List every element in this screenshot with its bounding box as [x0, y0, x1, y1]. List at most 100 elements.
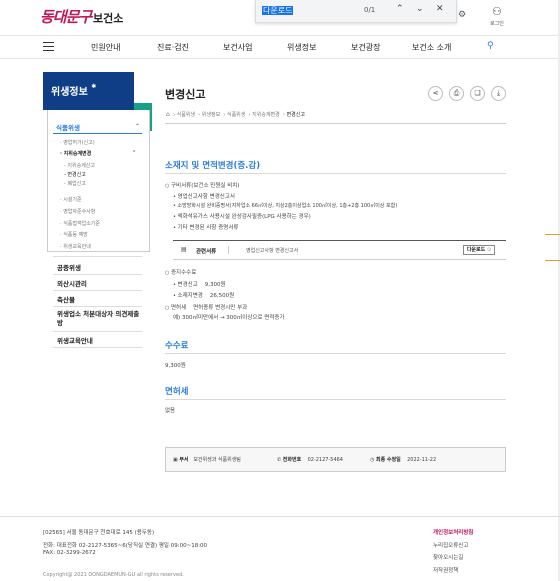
clock-icon: ◷: [370, 457, 375, 463]
section-title: 면허세: [165, 387, 189, 397]
section-title: 소재지 및 면적변경(증.감): [165, 161, 261, 171]
doc-item: • 소방방화시설 완비증명서(지하업소 66㎡이상, 지상2층이상업소 100㎡…: [173, 203, 398, 209]
sidebar-sub-item[interactable]: · 영업자준수사항: [60, 208, 95, 215]
scroll-marker: [545, 260, 560, 261]
chevron-up-icon: ⌃: [134, 123, 140, 130]
find-count: 0/1: [364, 6, 376, 14]
print-icon[interactable]: ⎙: [449, 86, 464, 101]
gear-icon[interactable]: ⚙: [458, 10, 466, 20]
logo[interactable]: 동대문구: [40, 6, 92, 27]
sidebar-sub-item[interactable]: · 영업허가(신고): [60, 139, 95, 146]
section-title: 수수료: [165, 341, 189, 351]
chevron-up-icon: ⌃: [132, 150, 137, 156]
doc-item: • 영업신고사항 변경신고서: [173, 194, 235, 200]
footer-link-error[interactable]: 누리집오류신고: [433, 541, 468, 549]
login-label[interactable]: 로그인: [490, 20, 504, 27]
sidebar-sub-item[interactable]: · 식품등 예방: [60, 231, 88, 238]
find-prev-icon[interactable]: ⌃: [396, 4, 404, 14]
divider: [53, 331, 142, 332]
sidebar-sub-item-active[interactable]: · 지위승계변경 ⌃: [60, 150, 136, 157]
divider: [53, 274, 142, 275]
divider: [53, 347, 142, 348]
sidebar-item-label: 식품위생: [56, 124, 80, 132]
global-nav: [0, 35, 560, 59]
footer-link-copyright[interactable]: 저작권정책: [433, 566, 458, 574]
site-title[interactable]: 보건소: [93, 10, 123, 26]
phone-info: ✆ 전화번호 02-2127-5464: [277, 457, 343, 463]
scroll-marker: [545, 234, 560, 235]
department-info: ▣ 부서 보건위생과 식품위생팀: [173, 457, 241, 463]
sidebar-sub-item[interactable]: · 위생교육안내: [60, 243, 91, 250]
breadcrumb-item-current: 변경신고: [286, 112, 305, 118]
breadcrumb: ⌂ › 식품위생 › 위생정보 › 식품위생 › 지위승계변경 › 변경신고: [166, 111, 305, 118]
footer-copyright: Copyright@ 2021 DONGDAEMUN-GU all rights…: [43, 572, 184, 578]
sidebar-item-opinion[interactable]: 위생업소 처분대상자 의견제출방: [57, 310, 145, 328]
fee-heading: ○ 증지수수료: [165, 270, 197, 276]
download-arrow-icon: ⊙: [486, 247, 492, 253]
update-info: ◷ 최종 수정일 2022-11-22: [370, 457, 437, 463]
doc-item: • 액화석유가스 사용시설 완성검사필증(LPG 사용하는 경우): [173, 214, 311, 220]
sidebar-item-food[interactable]: 식품위생 ⌃: [53, 120, 142, 134]
fee-item: • 소재지변경 26,500원: [173, 293, 235, 299]
breadcrumb-item[interactable]: 위생정보: [202, 112, 220, 118]
sidebar-item-livestock[interactable]: 축산물: [57, 294, 75, 304]
sidebar-sub-item[interactable]: · 시설기준: [60, 196, 82, 203]
sidebar-item-education[interactable]: 위생교육안내: [57, 335, 93, 345]
divider: [53, 256, 142, 257]
sidebar-subsub-item-active[interactable]: - 변경신고: [64, 171, 86, 178]
divider: [165, 353, 506, 354]
home-icon[interactable]: ⌂: [166, 111, 170, 118]
search-icon[interactable]: ⚲: [487, 41, 494, 51]
sidebar-item-public[interactable]: 공중위생: [57, 262, 81, 272]
license-tax-value: 없음: [165, 408, 176, 414]
gnb-item-sanitation[interactable]: 위생정보: [287, 42, 316, 53]
download-icon[interactable]: ⤓: [491, 86, 506, 101]
gnb-item-clinic[interactable]: 진료·검진: [157, 42, 189, 53]
breadcrumb-item[interactable]: 식품위생: [177, 112, 195, 118]
related-doc-name: 영업신고사항 변경신고서: [246, 248, 299, 254]
sidebar-subsub-item[interactable]: - 지위승계신고: [64, 162, 95, 169]
bookmark-icon[interactable]: ❏: [470, 86, 485, 101]
download-button[interactable]: 다운로드 ⊙: [463, 245, 495, 255]
find-close-icon[interactable]: ✕: [436, 4, 444, 14]
license-heading: ○ 면허세 면허종류 변경시만 부과: [165, 305, 248, 311]
menu-icon[interactable]: [43, 42, 54, 51]
sidebar-subsub-item[interactable]: - 폐업신고: [64, 180, 86, 187]
asterisk-icon: ✱: [91, 83, 97, 90]
footer-divider: [0, 516, 560, 517]
divider: [165, 123, 506, 124]
sidebar-sub-item[interactable]: · 식품접객업소기준: [60, 220, 100, 227]
divider: [165, 173, 506, 174]
related-docs-box: [173, 240, 506, 260]
fee-value: 9,300원: [165, 363, 186, 369]
user-icon[interactable]: ⚇: [492, 5, 502, 18]
find-next-icon[interactable]: ⌄: [416, 4, 424, 14]
divider: [165, 399, 506, 400]
find-bar: 다운로드 0/1 ⌃ ⌄ ✕: [255, 0, 457, 23]
gnb-item-civil[interactable]: 민원안내: [91, 42, 120, 53]
license-example: 예) 300㎡미만에서 → 300㎡이상으로 면적증가: [173, 315, 285, 321]
document-icon: ▤: [181, 246, 187, 253]
footer-address: [02565] 서울 동대문구 천호대로 145 (용두동): [43, 530, 155, 536]
footer-fax: FAX: 02-3299-2672: [43, 550, 96, 556]
fee-item: • 변경신고 9,300원: [173, 282, 226, 288]
footer-phone: 전화: 대표전화 02-2127-5365~6(당직실 연결) 평일 09:00…: [43, 543, 208, 549]
divider: [53, 306, 142, 307]
page-title: 변경신고: [165, 88, 206, 101]
footer-link-directions[interactable]: 찾아오시는길: [433, 553, 463, 561]
sidebar-heading: 위생정보 ✱: [43, 72, 134, 110]
gnb-item-plaza[interactable]: 보건광장: [351, 42, 380, 53]
sidebar-item-external[interactable]: 외산시관리: [57, 278, 87, 288]
docs-heading: ○ 구비서류(보건소 민원실 비치): [165, 183, 240, 189]
share-icon[interactable]: ⋖: [428, 86, 443, 101]
sidebar-heading-text: 위생정보: [51, 87, 88, 98]
breadcrumb-item[interactable]: 식품위생: [227, 112, 245, 118]
breadcrumb-item[interactable]: 지위승계변경: [252, 112, 280, 118]
footer-link-privacy[interactable]: 개인정보처리방침: [433, 528, 473, 536]
find-query: 다운로드: [262, 6, 294, 15]
related-docs-label: 관련서류: [196, 249, 217, 255]
gnb-item-about[interactable]: 보건소 소개: [412, 42, 451, 53]
divider: [53, 290, 142, 291]
phone-icon: ✆: [277, 457, 282, 463]
gnb-item-health[interactable]: 보건사업: [223, 42, 252, 53]
